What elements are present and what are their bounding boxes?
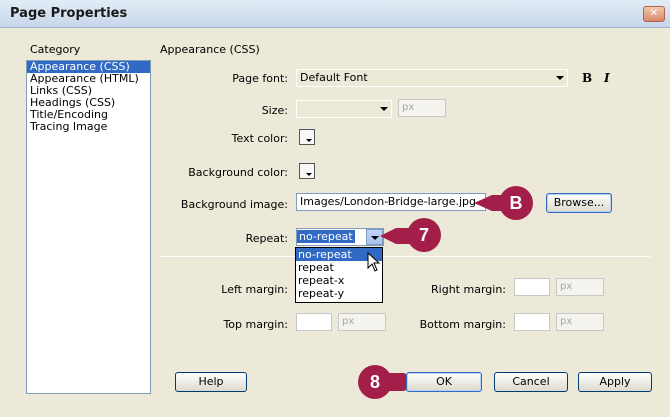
page-font-select[interactable]: Default Font [296, 69, 568, 87]
repeat-option-repeat-x[interactable]: repeat-x [296, 274, 382, 287]
close-button[interactable]: ✕ [643, 6, 665, 22]
mouse-pointer-icon [367, 252, 381, 272]
title-bar: Page Properties ✕ [0, 0, 670, 28]
callout-8: 8 [358, 365, 392, 399]
size-dropdown-arrow[interactable] [380, 107, 388, 111]
top-margin-input [296, 313, 332, 331]
repeat-option-repeat-y[interactable]: repeat-y [296, 287, 382, 300]
top-margin-label: Top margin: [223, 318, 288, 331]
repeat-label: Repeat: [245, 232, 288, 245]
size-unit-value: px [402, 102, 415, 113]
callout-b: B [499, 186, 533, 220]
bg-image-label: Background image: [180, 198, 288, 211]
repeat-value: no-repeat [297, 230, 355, 243]
bottom-margin-input [514, 313, 550, 331]
bg-color-label: Background color: [188, 166, 288, 179]
bottom-margin-label: Bottom margin: [419, 318, 506, 331]
right-margin-unit: px [556, 278, 604, 296]
page-font-dropdown-arrow[interactable] [556, 76, 564, 80]
top-margin-unit-value: px [342, 316, 355, 327]
cancel-button[interactable]: Cancel [494, 372, 568, 392]
right-margin-unit-value: px [560, 281, 573, 292]
apply-button[interactable]: Apply [578, 372, 652, 392]
text-color-label: Text color: [231, 132, 288, 145]
page-font-label: Page font: [232, 72, 288, 85]
category-list[interactable]: Appearance (CSS) Appearance (HTML) Links… [26, 60, 151, 394]
italic-button[interactable]: I [604, 71, 610, 85]
separator [160, 256, 650, 257]
help-button[interactable]: Help [175, 372, 247, 392]
page-properties-dialog: Page Properties ✕ Category Appearance (C… [0, 0, 670, 417]
left-margin-label: Left margin: [221, 283, 288, 296]
browse-button[interactable]: Browse... [546, 193, 612, 213]
top-margin-unit: px [338, 313, 386, 331]
right-margin-input [514, 278, 550, 296]
bottom-margin-unit-value: px [560, 316, 573, 327]
callout-7: 7 [407, 218, 441, 252]
text-color-picker[interactable] [299, 129, 315, 145]
bg-image-value: Images/London-Bridge-large.jpg [300, 195, 477, 208]
size-select[interactable] [296, 100, 392, 118]
dialog-title: Page Properties [10, 6, 128, 21]
bold-button[interactable]: B [582, 71, 592, 85]
section-title: Appearance (CSS) [160, 43, 260, 56]
page-font-value: Default Font [300, 71, 368, 84]
bg-image-input[interactable]: Images/London-Bridge-large.jpg [296, 193, 486, 211]
bottom-margin-unit: px [556, 313, 604, 331]
right-margin-label: Right margin: [431, 283, 506, 296]
size-label: Size: [261, 104, 288, 117]
size-unit-select: px [398, 99, 446, 117]
chevron-down-icon [371, 236, 379, 240]
ok-button[interactable]: OK [406, 372, 482, 392]
category-header: Category [30, 43, 81, 56]
bg-color-picker[interactable] [299, 163, 315, 179]
category-item-tracing-image[interactable]: Tracing Image [27, 121, 150, 133]
